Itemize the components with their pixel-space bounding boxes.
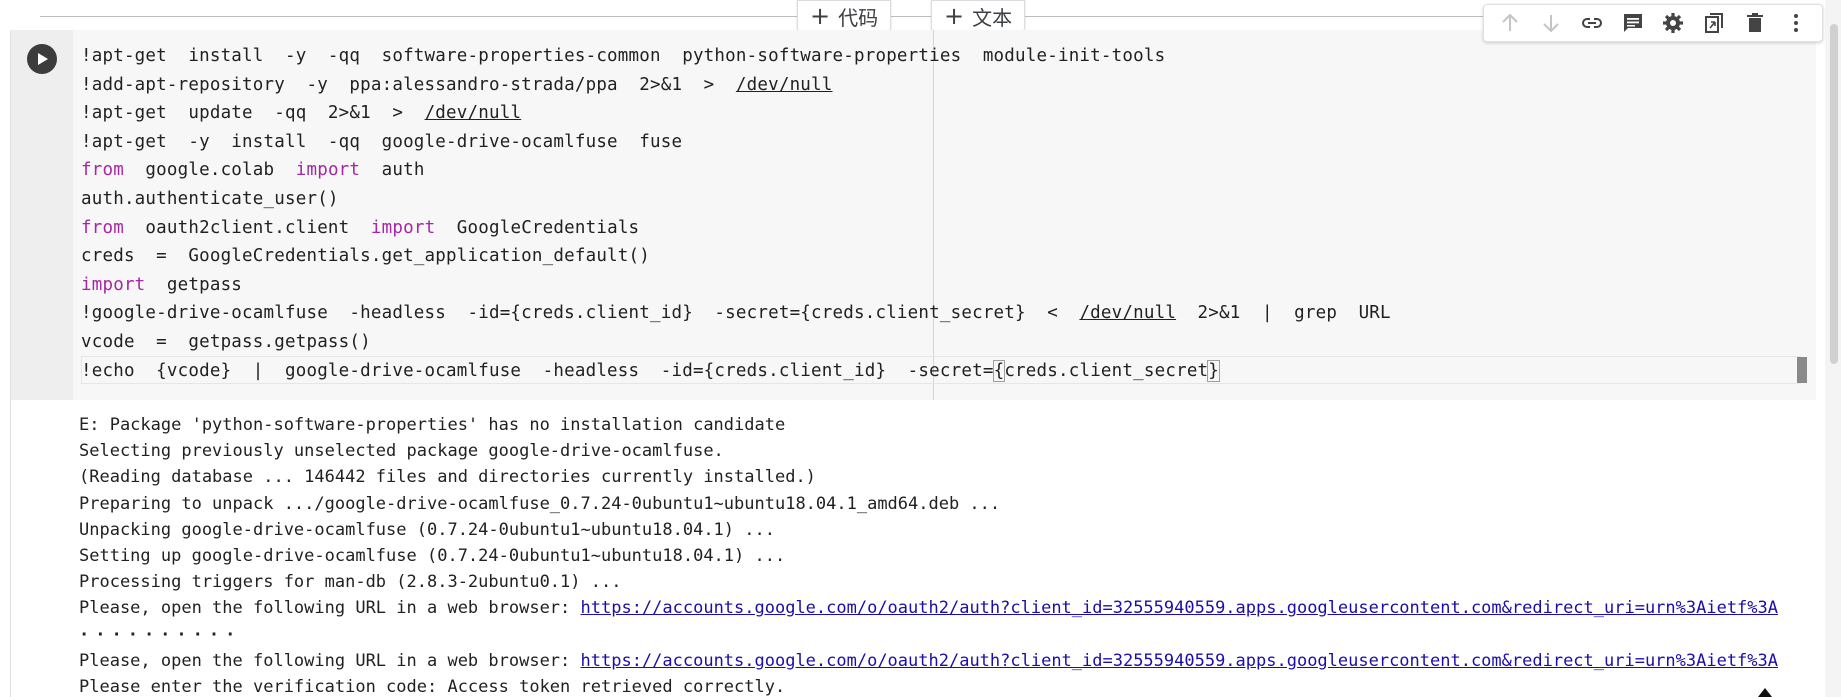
oauth-url-link[interactable]: https://accounts.google.com/o/oauth2/aut… xyxy=(581,598,1778,618)
output-line: (Reading database ... 146442 files and d… xyxy=(79,467,816,488)
arrow-up-icon[interactable] xyxy=(1495,8,1525,38)
colab-notebook-page: + 代码 + 文本 !apt-get install -y -qq softwa… xyxy=(0,0,1841,697)
cell-toolbar xyxy=(1483,4,1823,42)
output-line: Processing triggers for man-db (2.8.3-2u… xyxy=(79,572,622,593)
output-line: Selecting previously unselected package … xyxy=(79,441,724,462)
oauth-url-link[interactable]: https://accounts.google.com/o/oauth2/aut… xyxy=(581,651,1778,671)
output-line: Please, open the following URL in a web … xyxy=(79,650,1778,671)
code-line: !apt-get -y install -qq google-drive-oca… xyxy=(81,131,683,152)
add-text-label: 文本 xyxy=(972,5,1013,30)
run-cell-button[interactable] xyxy=(27,44,57,74)
plus-icon: + xyxy=(810,2,831,30)
code-line: creds = GoogleCredentials.get_applicatio… xyxy=(81,246,651,267)
cell-gutter xyxy=(11,30,73,400)
arrow-down-icon[interactable] xyxy=(1536,8,1566,38)
code-line: !google-drive-ocamlfuse -headless -id={c… xyxy=(81,303,1391,324)
code-line: from google.colab import auth xyxy=(81,160,425,181)
page-scrollbar[interactable] xyxy=(1825,0,1841,697)
output-line: Please enter the verification code: Acce… xyxy=(79,676,786,697)
delete-icon[interactable] xyxy=(1740,8,1770,38)
more-vert-icon[interactable] xyxy=(1781,8,1811,38)
editor-scrollbar[interactable] xyxy=(1797,357,1807,383)
code-cell[interactable]: !apt-get install -y -qq software-propert… xyxy=(10,30,1816,400)
add-code-label: 代码 xyxy=(838,5,879,30)
code-line: vcode = getpass.getpass() xyxy=(81,331,371,352)
gear-icon[interactable] xyxy=(1658,8,1688,38)
code-line: !apt-get update -qq 2>&1 > /dev/null xyxy=(81,103,522,124)
code-line: import getpass xyxy=(81,274,243,295)
output-line: Preparing to unpack .../google-drive-oca… xyxy=(79,493,1001,514)
comment-icon[interactable] xyxy=(1618,8,1648,38)
plus-icon: + xyxy=(944,2,965,30)
output-line: E: Package 'python-software-properties' … xyxy=(79,415,786,435)
page-scrollbar-thumb[interactable] xyxy=(1830,24,1838,364)
link-icon[interactable] xyxy=(1577,8,1607,38)
code-line: !apt-get install -y -qq software-propert… xyxy=(81,46,1166,66)
code-editor[interactable]: !apt-get install -y -qq software-propert… xyxy=(81,42,1811,392)
add-text-cell-button[interactable]: + 文本 xyxy=(931,0,1026,32)
password-input[interactable]: ·········· xyxy=(79,622,1815,648)
output-line: Unpacking google-drive-ocamlfuse (0.7.24… xyxy=(79,519,775,540)
output-line: Setting up google-drive-ocamlfuse (0.7.2… xyxy=(79,545,786,566)
mirror-cell-icon[interactable] xyxy=(1699,8,1729,38)
play-icon xyxy=(38,53,48,65)
mouse-cursor-icon xyxy=(1758,688,1772,697)
code-line: !echo {vcode} | google-drive-ocamlfuse -… xyxy=(81,359,1221,382)
output-text: E: Package 'python-software-properties' … xyxy=(79,412,1815,697)
code-line: auth.authenticate_user() xyxy=(81,188,339,209)
code-line: from oauth2client.client import GoogleCr… xyxy=(81,217,640,238)
code-line: !add-apt-repository -y ppa:alessandro-st… xyxy=(81,74,833,95)
cell-output: E: Package 'python-software-properties' … xyxy=(10,400,1816,697)
output-line: Please, open the following URL in a web … xyxy=(79,598,1778,619)
add-code-cell-button[interactable]: + 代码 xyxy=(797,0,892,32)
